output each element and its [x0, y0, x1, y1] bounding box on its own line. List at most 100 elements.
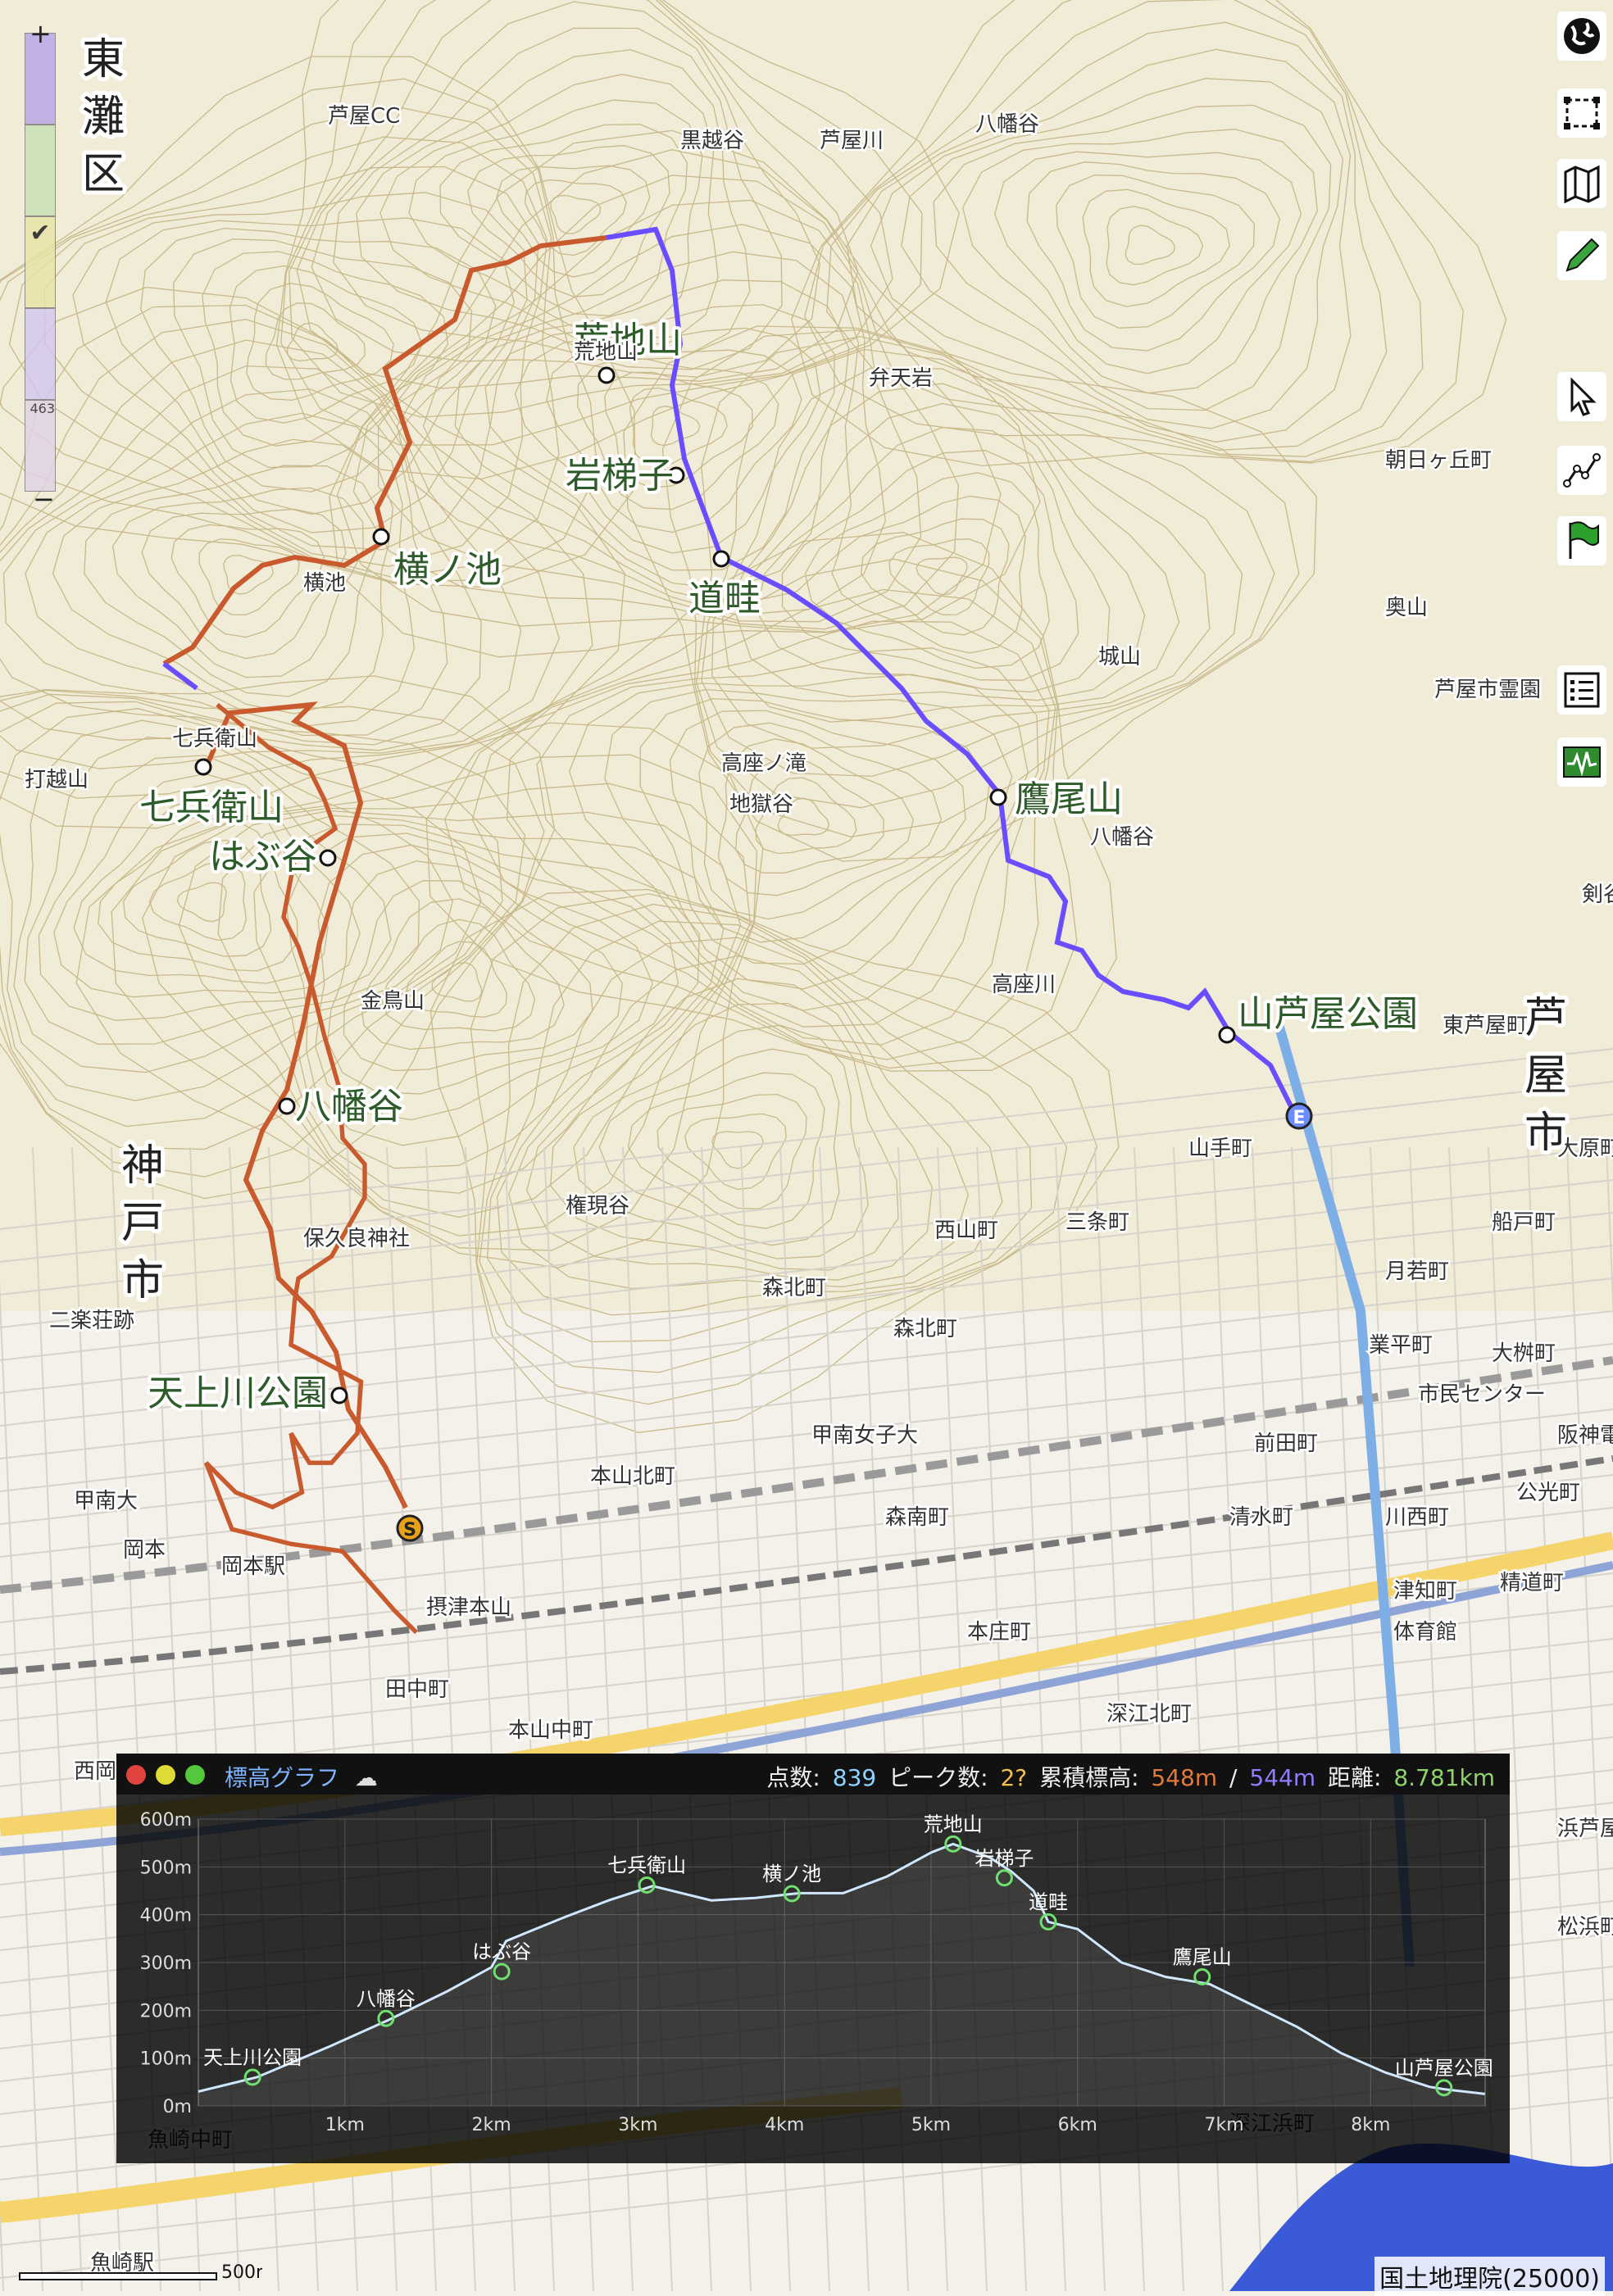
place-label: 城山 — [1098, 645, 1141, 669]
waypoint-9[interactable]: 八幡谷 — [278, 1082, 407, 1131]
start-marker[interactable]: S — [396, 1514, 424, 1542]
map-icon[interactable] — [1557, 159, 1606, 208]
place-label: 高座川 — [992, 973, 1056, 997]
svg-text:S: S — [403, 1520, 416, 1540]
waypoint-label: はぶ谷 — [209, 836, 317, 878]
place-label: 船戸町 — [1492, 1210, 1556, 1235]
place-label: 西山町 — [934, 1218, 998, 1243]
place-label: 松浜町 — [1557, 1915, 1613, 1940]
place-label: 業平町 — [1369, 1333, 1433, 1358]
legend-expand-button[interactable]: + — [30, 18, 52, 49]
place-label: 本山北町 — [590, 1464, 675, 1489]
legend-collapse-button[interactable]: − — [33, 483, 55, 515]
mountain-area — [0, 0, 1613, 1311]
legend-color-swatch — [25, 308, 56, 400]
place-label: 深江北町 — [1106, 1702, 1192, 1727]
place-label: 芦屋市霊園 — [1434, 678, 1541, 702]
end-marker[interactable]: E — [1285, 1102, 1313, 1130]
minimize-window-button[interactable] — [156, 1765, 175, 1785]
globe-icon[interactable] — [1557, 11, 1606, 61]
place-label: 前田町 — [1254, 1432, 1318, 1456]
graph-title-text: 標高グラフ — [225, 1764, 340, 1791]
y-tick-label: 400m — [140, 1906, 192, 1926]
place-label: 清水町 — [1229, 1505, 1293, 1530]
elevation-waypoint-label: 荒地山 — [924, 1813, 983, 1835]
x-tick-label: 6km — [1058, 2115, 1097, 2135]
place-label: 芦屋川 — [820, 129, 884, 153]
place-label: 岡本 — [123, 1538, 166, 1563]
city-label-kobe-3: 市 — [121, 1256, 164, 1305]
elevation-graph-panel[interactable]: 標高グラフ ☁ 点数: 839 ピーク数: 2? 累積標高: 548m / 54… — [116, 1754, 1510, 2163]
graph-header: 標高グラフ ☁ 点数: 839 ピーク数: 2? 累積標高: 548m / 54… — [116, 1754, 1510, 1795]
place-label: 精道町 — [1500, 1571, 1564, 1595]
elevation-chart[interactable]: 0m 100m 200m 300m 400m 500m 600m 1km 2km 3km 4km 5k… — [116, 1795, 1510, 2163]
city-label-kobe-2: 戸 — [121, 1199, 164, 1248]
place-label: 本庄町 — [967, 1620, 1031, 1645]
gain-label: 累積標高: — [1039, 1764, 1139, 1791]
legend-color-swatch — [25, 125, 56, 216]
map-attribution: 国土地理院(25000) — [1374, 2257, 1605, 2296]
gain-separator: / — [1229, 1764, 1238, 1791]
cloud-icon[interactable]: ☁ — [355, 1764, 378, 1791]
place-label: 月若町 — [1385, 1259, 1449, 1284]
waypoint-8[interactable]: はぶ谷 — [206, 833, 337, 881]
legend-value: 463 — [30, 401, 55, 416]
y-tick-label: 100m — [140, 2049, 192, 2070]
place-label: 朝日ヶ丘町 — [1385, 448, 1492, 473]
route-icon[interactable] — [1557, 446, 1606, 495]
elevation-waypoint-label: 鷹尾山 — [1173, 1946, 1232, 1969]
place-label: 甲南女子大 — [811, 1423, 918, 1448]
maximize-window-button[interactable] — [185, 1765, 205, 1785]
elevation-icon[interactable] — [1557, 737, 1606, 787]
x-tick-label: 5km — [911, 2115, 951, 2135]
place-label: 森南町 — [885, 1505, 949, 1530]
peak-name-label: 荒地山 — [574, 340, 638, 365]
waypoint-label: 鷹尾山 — [1015, 778, 1123, 820]
place-label: 権現谷 — [566, 1194, 629, 1218]
place-label: 森北町 — [762, 1276, 826, 1300]
graph-title: 標高グラフ ☁ — [225, 1760, 378, 1793]
place-label: 大桝町 — [1492, 1341, 1556, 1366]
place-label: 体育館 — [1393, 1620, 1457, 1645]
y-tick-label: 0m — [163, 2097, 192, 2117]
close-window-button[interactable] — [126, 1765, 146, 1785]
waypoint-2[interactable]: 岩梯子 — [562, 451, 685, 500]
place-label: 川西町 — [1385, 1505, 1449, 1530]
waypoint-label: 山芦屋公園 — [1238, 993, 1418, 1035]
elevation-waypoint-label: 横ノ池 — [762, 1863, 821, 1885]
waypoint-10[interactable]: 天上川公園 — [144, 1369, 348, 1418]
city-label-kobe-1: 神 — [121, 1141, 164, 1191]
place-label: 公光町 — [1516, 1481, 1580, 1505]
distance-value: 8.781km — [1393, 1764, 1495, 1791]
place-label: 市民センター — [1418, 1382, 1546, 1407]
pencil-icon[interactable] — [1557, 231, 1606, 280]
waypoint-label: 道畦 — [688, 578, 761, 619]
place-label: 浜芦屋町 — [1557, 1817, 1613, 1841]
waypoint-label: 天上川公園 — [148, 1373, 328, 1414]
legend-color-swatch: ✔ — [25, 216, 56, 308]
check-icon[interactable]: ✔ — [25, 217, 55, 250]
waypoint-label: 八幡谷 — [295, 1086, 403, 1128]
pointer-icon[interactable] — [1557, 372, 1606, 421]
place-label: 横池 — [303, 571, 346, 596]
list-icon[interactable] — [1557, 665, 1606, 715]
elevation-legend[interactable]: ✔ 463 — [25, 33, 57, 492]
flag-icon[interactable] — [1557, 516, 1606, 565]
city-label-higashinada-1: 東 — [82, 35, 125, 84]
city-label-ashiya-2: 屋 — [1524, 1051, 1567, 1100]
city-label-higashinada-2: 灘 — [82, 93, 125, 142]
place-label: 保久良神社 — [303, 1227, 410, 1251]
city-label-ashiya-1: 芦 — [1524, 994, 1567, 1043]
place-label: 阪神電鉄本線 — [1557, 1423, 1613, 1448]
select-area-icon[interactable] — [1557, 88, 1606, 138]
place-label: 地獄谷 — [729, 792, 793, 817]
place-label: 剣谷 — [1582, 883, 1613, 907]
city-label-higashinada-3: 区 — [82, 150, 125, 199]
elevation-waypoint-label: はぶ谷 — [472, 1940, 531, 1963]
place-label: 三条町 — [1065, 1210, 1129, 1235]
place-label: 津知町 — [1393, 1579, 1457, 1604]
x-tick-label: 7km — [1204, 2115, 1243, 2135]
place-label: 芦屋CC — [328, 104, 400, 129]
x-tick-label: 2km — [472, 2115, 511, 2135]
city-label-ashiya-3: 市 — [1524, 1109, 1567, 1158]
